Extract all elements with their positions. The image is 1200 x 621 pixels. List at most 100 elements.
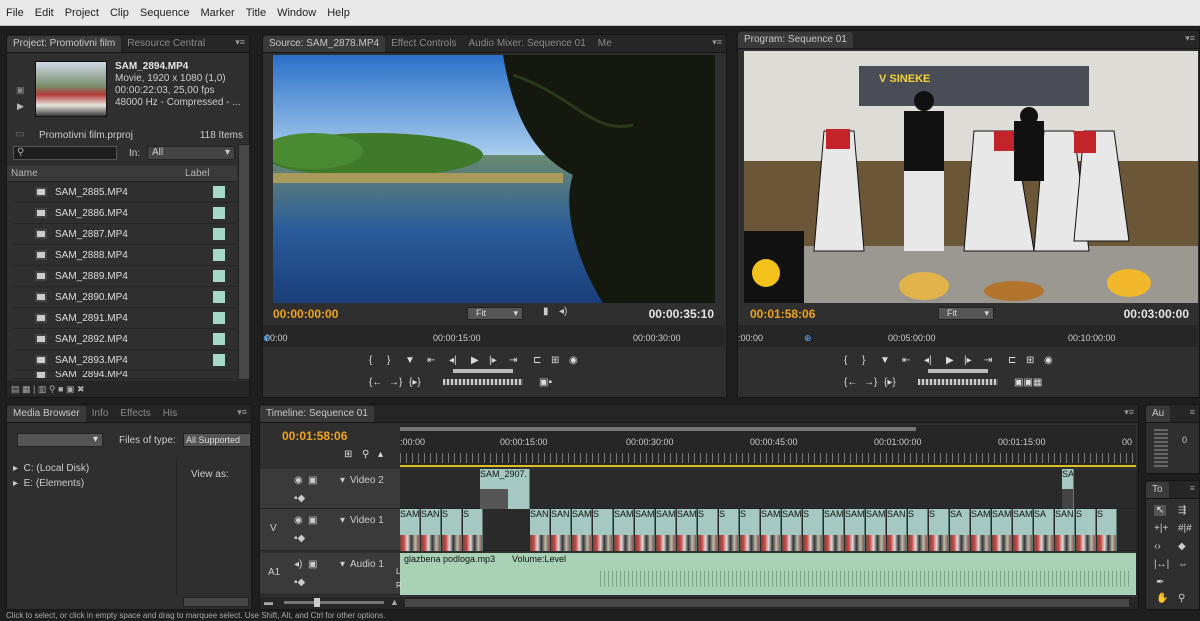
eye-icon[interactable]: ◉ [294, 475, 303, 486]
panel-menu-icon[interactable]: ≡ [1190, 407, 1195, 417]
list-view-icon[interactable]: ▤ [11, 384, 20, 394]
video1-clip[interactable]: S [442, 509, 462, 551]
tab-metadata[interactable]: Me [592, 36, 618, 52]
menu-project[interactable]: Project [65, 7, 99, 19]
menu-sequence[interactable]: Sequence [140, 7, 190, 19]
horizontal-scrollbar[interactable] [183, 597, 249, 607]
video1-clip[interactable]: SAM [845, 509, 865, 551]
audio-clip[interactable]: glazbena podloga.mp3 Volume:Level L R [396, 553, 1136, 595]
track-select-tool-icon[interactable]: ⇶ [1178, 505, 1186, 516]
video1-clip[interactable]: SAM [1013, 509, 1033, 551]
extract-icon[interactable]: ⊞ [1026, 355, 1034, 366]
collapse-arrow-icon[interactable]: ▾ [340, 559, 345, 570]
video1-clip[interactable]: S [698, 509, 718, 551]
video1-clip[interactable]: SAM_290 [635, 509, 655, 551]
zoom-in-icon[interactable]: ▲ [390, 597, 399, 607]
video1-clip[interactable]: S [803, 509, 823, 551]
new-item-icon[interactable]: ▣ [66, 384, 75, 394]
zoom-out-icon[interactable]: ▬ [264, 597, 273, 607]
tab-program[interactable]: Program: Sequence 01 [738, 32, 853, 48]
tab-tools[interactable]: To [1146, 482, 1169, 498]
video1-clip[interactable]: S [908, 509, 928, 551]
drag-audio-icon[interactable]: ◂) [559, 306, 567, 317]
output-icon[interactable]: ▣▪ [539, 377, 552, 388]
safe-margins-icon[interactable]: {▸} [409, 377, 421, 388]
list-item[interactable]: SAM_2894.MP4 [13, 371, 243, 379]
go-to-in-icon[interactable]: ⇤ [427, 355, 435, 366]
source-timeruler[interactable]: 00:00 00:00:15:00 00:00:30:00 ⊕ [263, 325, 725, 347]
drive-item[interactable]: ▸ C: (Local Disk) [7, 461, 176, 476]
pen-tool-icon[interactable]: ✒ [1156, 577, 1164, 588]
video1-clip[interactable]: SAM_: [400, 509, 420, 551]
eye-icon[interactable]: ◉ [294, 515, 303, 526]
panel-menu-icon[interactable]: ▾≡ [1124, 407, 1134, 418]
program-timecode[interactable]: 00:01:58:06 [750, 307, 815, 321]
playhead-marker-icon[interactable]: ▴ [378, 449, 383, 460]
marker-icon[interactable]: ▼ [405, 355, 415, 366]
work-area-bar[interactable] [400, 427, 916, 431]
zoom-tool-icon[interactable]: ⚲ [1178, 593, 1185, 604]
hand-tool-icon[interactable]: ✋ [1156, 593, 1168, 604]
go-to-out-icon[interactable]: ⇥ [984, 355, 992, 366]
list-item[interactable]: SAM_2892.MP4 [13, 329, 243, 350]
delete-icon[interactable]: ✖ [77, 384, 85, 394]
speaker-icon[interactable]: ◂) [294, 559, 302, 570]
in-dropdown[interactable]: All ▾ [147, 146, 235, 160]
location-dropdown[interactable]: ▾ [17, 433, 103, 447]
menu-clip[interactable]: Clip [110, 7, 129, 19]
export-frame-icon[interactable]: ◉ [569, 355, 578, 366]
tab-audio-mixer[interactable]: Audio Mixer: Sequence 01 [462, 36, 591, 52]
zoom-thumb[interactable] [314, 598, 320, 607]
step-forward-icon[interactable]: |▸ [489, 355, 497, 366]
slide-tool-icon[interactable]: ⇔ [1178, 559, 1188, 570]
tab-resource-central[interactable]: Resource Central [121, 36, 211, 52]
video1-clip[interactable]: SAN [1055, 509, 1075, 551]
trim-icon[interactable]: ▣▣▦ [1014, 377, 1042, 388]
tab-effects[interactable]: Effects [114, 406, 156, 422]
video1-clip[interactable]: SA [950, 509, 970, 551]
video1-clip[interactable]: SAM [572, 509, 592, 551]
panel-menu-icon[interactable]: ≡ [1190, 483, 1195, 493]
video1-clip[interactable]: S [593, 509, 613, 551]
menu-title[interactable]: Title [246, 7, 266, 19]
mark-in-icon[interactable]: { [369, 355, 372, 366]
mark-in-icon[interactable]: { [844, 355, 847, 366]
insert-icon[interactable]: ⊏ [533, 355, 541, 366]
shuttle-slider[interactable] [928, 369, 988, 373]
play-in-to-out-icon[interactable]: {← [369, 377, 382, 388]
keyframe-icon[interactable]: ▪◆ [294, 533, 305, 544]
zoom-slider[interactable] [284, 598, 384, 607]
list-item[interactable]: SAM_2886.MP4 [13, 203, 243, 224]
keyframe-icon[interactable]: ▪◆ [294, 577, 305, 588]
list-item[interactable]: SAM_2890.MP4 [13, 287, 243, 308]
video1-clip[interactable]: SAM [992, 509, 1012, 551]
menu-edit[interactable]: Edit [35, 7, 54, 19]
playhead-icon[interactable]: ⊕ [263, 333, 271, 344]
target-a1-label[interactable]: A1 [268, 567, 280, 578]
video2-clip[interactable]: SAM_2907. [480, 469, 530, 509]
list-item[interactable]: SAM_2885.MP4 [13, 182, 243, 203]
set-marker-icon[interactable]: ⚲ [362, 449, 369, 460]
panel-menu-icon[interactable]: ▾≡ [237, 407, 247, 418]
expand-arrow-icon[interactable]: ▸ [13, 463, 18, 474]
video1-clip[interactable]: S [1076, 509, 1096, 551]
go-to-out-icon[interactable]: ⇥ [509, 355, 517, 366]
video1-clip[interactable]: S [1097, 509, 1117, 551]
collapse-arrow-icon[interactable]: ▾ [340, 515, 345, 526]
rate-stretch-tool-icon[interactable]: ‹› [1154, 541, 1161, 552]
jog-wheel[interactable] [918, 379, 998, 385]
video1-clip[interactable]: S [719, 509, 739, 551]
video1-clip[interactable]: SAM_3 [782, 509, 802, 551]
razor-tool-icon[interactable]: ◆ [1178, 541, 1186, 552]
play-icon[interactable]: ▶ [471, 355, 479, 366]
video1-clip[interactable]: SAM_ [614, 509, 634, 551]
play-in-to-out-icon[interactable]: {← [844, 377, 857, 388]
tab-project[interactable]: Project: Promotivni film [7, 36, 122, 52]
tab-source[interactable]: Source: SAM_2878.MP4 [263, 36, 386, 52]
video2-clip-end[interactable]: SA [1062, 469, 1074, 509]
timeline-ruler[interactable]: :00:00 00:00:15:00 00:00:30:00 00:00:45:… [400, 425, 1136, 465]
target-v-label[interactable]: V [270, 523, 277, 534]
menu-file[interactable]: File [6, 7, 24, 19]
video1-clip[interactable]: S [740, 509, 760, 551]
play-icon[interactable]: ▶ [946, 355, 954, 366]
